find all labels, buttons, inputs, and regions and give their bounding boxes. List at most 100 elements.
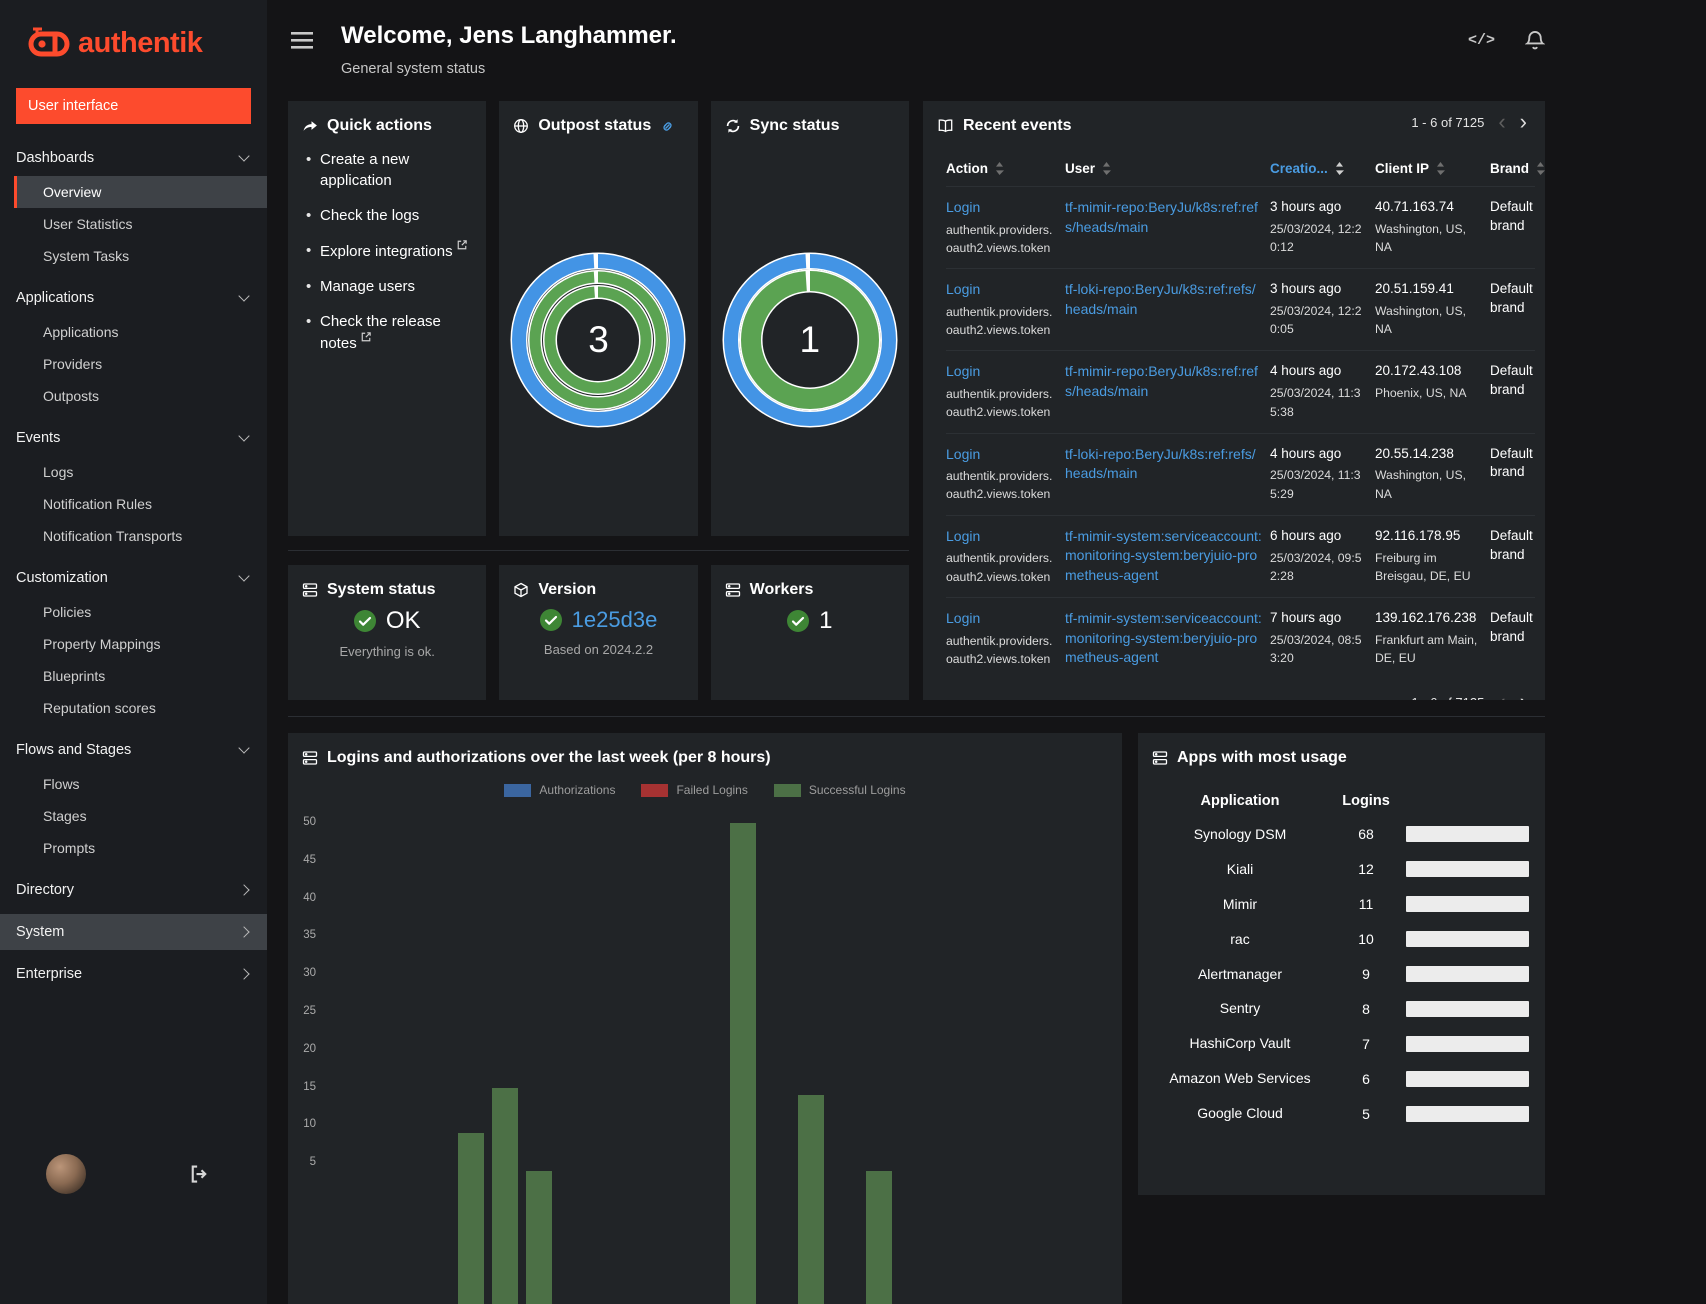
column-header-client-ip[interactable]: Client IP (1375, 161, 1482, 176)
sidebar-item-overview[interactable]: Overview (14, 176, 267, 208)
app-usage-progressbar (1406, 1000, 1529, 1017)
event-action-link[interactable]: Login (946, 199, 980, 215)
recent-events-card: Recent events 1 - 6 of 7125 ‹ › Action Us… (923, 101, 1545, 700)
legend-item-authorizations[interactable]: Authorizations (504, 783, 615, 797)
event-client-ip: 139.162.176.238 (1375, 609, 1477, 625)
event-geo: Washington, US, NA (1375, 221, 1466, 255)
event-user-link[interactable]: tf-loki-repo:BeryJu/k8s:ref:refs/heads/m… (1065, 445, 1262, 484)
logout-icon[interactable] (189, 1164, 209, 1184)
event-created-relative: 4 hours ago (1270, 445, 1342, 461)
pagination-top: 1 - 6 of 7125 ‹ › (1411, 111, 1527, 133)
event-user-link[interactable]: tf-mimir-system:serviceaccount:monitorin… (1065, 609, 1262, 668)
event-action-link[interactable]: Login (946, 363, 980, 379)
quick-action-check-the-logs[interactable]: Check the logs (320, 207, 419, 224)
sidebar-item-stages[interactable]: Stages (14, 800, 267, 832)
event-action-link[interactable]: Login (946, 446, 980, 462)
link-icon[interactable] (660, 119, 675, 134)
avatar[interactable] (46, 1154, 86, 1194)
event-user-link[interactable]: tf-mimir-system:serviceaccount:monitorin… (1065, 527, 1262, 586)
dashboard-content: Quick actions Create a new application Ch… (267, 77, 1706, 1304)
y-axis-tick: 15 (303, 1080, 316, 1093)
event-action-link[interactable]: Login (946, 610, 980, 626)
check-circle-icon (353, 610, 376, 632)
sidebar-item-notification-transports[interactable]: Notification Transports (14, 520, 267, 552)
notifications-bell-icon[interactable] (1525, 30, 1545, 51)
event-client-ip: 20.55.14.238 (1375, 445, 1454, 461)
column-header-creatio[interactable]: Creatio... (1270, 161, 1367, 176)
sidebar-item-providers[interactable]: Providers (14, 348, 267, 380)
quick-action-manage-users[interactable]: Manage users (320, 278, 415, 295)
app-login-count: 12 (1358, 861, 1374, 878)
sidebar-item-logs[interactable]: Logs (14, 456, 267, 488)
sidebar-item-notification-rules[interactable]: Notification Rules (14, 488, 267, 520)
event-user-link[interactable]: tf-loki-repo:BeryJu/k8s:ref:refs/heads/m… (1065, 280, 1262, 319)
list-item: Manage users (304, 276, 472, 297)
sidebar-section-dashboards[interactable]: Dashboards (0, 140, 267, 176)
hamburger-menu-button[interactable] (291, 32, 313, 52)
event-client-ip: 20.172.43.108 (1375, 363, 1462, 379)
event-app-path: authentik.providers.oauth2.views.token (946, 551, 1053, 584)
quick-action-create-a-new-application[interactable]: Create a new application (320, 151, 409, 189)
sidebar-section-flows-and-stages[interactable]: Flows and Stages (0, 732, 267, 768)
sidebar-section-enterprise[interactable]: Enterprise (0, 956, 267, 992)
pagination-bottom: 1 - 6 of 7125 ‹ › (923, 679, 1545, 700)
pagination-prev-button[interactable]: ‹ (1498, 691, 1505, 700)
chart-bar (526, 1170, 552, 1304)
sidebar-item-blueprints[interactable]: Blueprints (14, 660, 267, 692)
sidebar-item-outposts[interactable]: Outposts (14, 380, 267, 412)
sidebar-section-events[interactable]: Events (0, 420, 267, 456)
list-item: Explore integrations (304, 240, 472, 262)
version-card: Version 1e25d3e Based on 2024.2.2 (499, 565, 698, 700)
sidebar: authentik User interface Dashboards Overv… (0, 0, 267, 1304)
sort-icon (996, 162, 1004, 175)
pagination-label: 1 - 6 of 7125 (1411, 695, 1484, 700)
sidebar-section-applications[interactable]: Applications (0, 280, 267, 316)
sidebar-item-flows[interactable]: Flows (14, 768, 267, 800)
legend-item-failed-logins[interactable]: Failed Logins (641, 783, 748, 797)
sidebar-footer (0, 1139, 267, 1209)
user-interface-button[interactable]: User interface (16, 88, 251, 124)
sidebar-item-user-statistics[interactable]: User Statistics (14, 208, 267, 240)
sidebar-section-system[interactable]: System (0, 914, 267, 950)
event-app-path: authentik.providers.oauth2.views.token (946, 304, 1053, 338)
event-created-relative: 6 hours ago (1270, 527, 1342, 543)
apps-usage-table: Application Logins Synology DSM 68 Kiali 12… (1138, 775, 1545, 1131)
app-name: Amazon Web Services (1169, 1070, 1311, 1087)
column-header-user[interactable]: User (1065, 161, 1262, 176)
column-header-brand[interactable]: Brand (1490, 161, 1545, 176)
quick-action-check-the-release-notes[interactable]: Check the release notes (320, 313, 441, 352)
event-row: Login authentik.providers.oauth2.views.to… (946, 432, 1535, 515)
event-created-absolute: 25/03/2024, 09:52:28 (1270, 550, 1362, 583)
sidebar-item-system-tasks[interactable]: System Tasks (14, 240, 267, 272)
y-axis-tick: 50 (303, 816, 316, 828)
event-action-link[interactable]: Login (946, 281, 980, 297)
sidebar-item-property-mappings[interactable]: Property Mappings (14, 628, 267, 660)
chevron-down-icon (238, 290, 250, 302)
pagination-prev-button[interactable]: ‹ (1498, 111, 1505, 133)
api-code-icon[interactable]: </> (1468, 32, 1495, 49)
sidebar-item-prompts[interactable]: Prompts (14, 832, 267, 864)
section-label: Flows and Stages (16, 742, 132, 758)
event-user-link[interactable]: tf-mimir-repo:BeryJu/k8s:ref:refs/heads/… (1065, 198, 1262, 237)
quick-action-explore-integrations[interactable]: Explore integrations (320, 243, 453, 260)
app-usage-progressbar (1406, 861, 1529, 878)
pagination-next-button[interactable]: › (1520, 111, 1527, 133)
sidebar-section-directory[interactable]: Directory (0, 872, 267, 908)
legend-item-successful-logins[interactable]: Successful Logins (773, 783, 906, 797)
sort-icon (1335, 162, 1344, 175)
event-app-path: authentik.providers.oauth2.views.token (946, 222, 1053, 255)
event-user-link[interactable]: tf-mimir-repo:BeryJu/k8s:ref:refs/heads/… (1065, 362, 1262, 401)
sidebar-item-policies[interactable]: Policies (14, 596, 267, 628)
sidebar-section-customization[interactable]: Customization (0, 560, 267, 596)
event-action-link[interactable]: Login (946, 528, 980, 544)
version-description: Based on 2024.2.2 (543, 642, 654, 657)
app-name: Kiali (1226, 860, 1254, 877)
version-link[interactable]: 1e25d3e (572, 607, 658, 633)
pagination-next-button[interactable]: › (1520, 691, 1527, 700)
column-header-action[interactable]: Action (946, 161, 1057, 176)
section-label: Customization (16, 570, 108, 586)
system-status-description: Everything is ok. (339, 644, 435, 659)
sidebar-item-applications[interactable]: Applications (14, 316, 267, 348)
card-title: Logins and authorizations over the last … (327, 749, 771, 766)
sidebar-item-reputation-scores[interactable]: Reputation scores (14, 692, 267, 724)
